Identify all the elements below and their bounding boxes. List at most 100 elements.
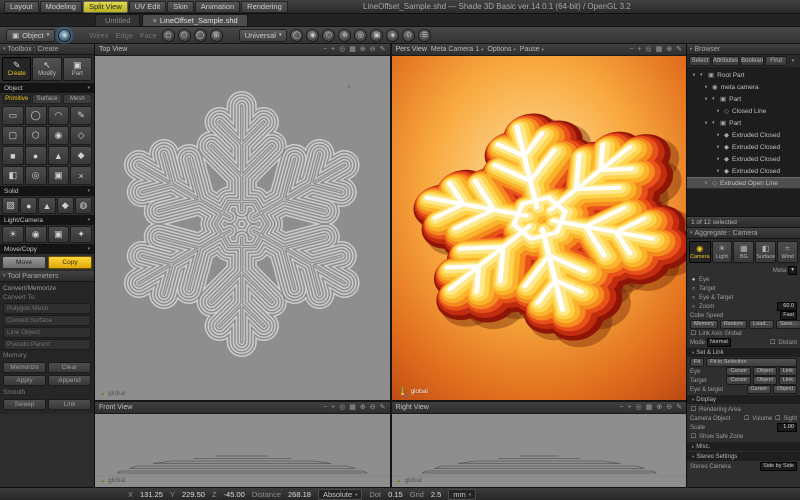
ring-tool-icon[interactable]: ◎ [25,166,47,185]
right-view-canvas[interactable] [392,414,687,487]
aggregate-tab-light[interactable]: ☀ Light [712,241,733,263]
eye-icon[interactable]: ● [703,96,709,102]
tree-row[interactable]: ● ◆ Extruded Closed [687,165,800,177]
top-view-canvas[interactable] [95,56,390,400]
convert-option-polygon-mesh[interactable]: Polygon Mesh [3,303,91,314]
eye-icon[interactable]: ● [715,168,721,174]
toolbox-tab-modify[interactable]: ↖ Modify [32,57,61,81]
solid-cylinder-icon[interactable]: ◍ [75,197,92,214]
copy-button[interactable]: Copy [48,256,92,269]
aggregate-header[interactable]: ▾ Aggregate : Camera [687,228,800,239]
circle-select-icon[interactable]: ◯ [194,29,207,42]
eye-target-cursor-button[interactable]: Cursor [747,385,772,394]
open-rect-tool-icon[interactable]: ▢ [2,126,24,145]
eye-cursor-button[interactable]: Cursor [726,367,751,376]
object-mode-dropdown[interactable]: ▣ Object ▾ [6,29,55,42]
radio-target-label[interactable]: Target [699,286,716,292]
grid-snap-icon[interactable]: ⊞ [210,29,223,42]
browser-tab-find[interactable]: Find [765,56,787,66]
eye-object-button[interactable]: Object [753,367,777,376]
memory-button[interactable]: Memory [690,320,718,329]
front-view-body[interactable]: ▲ global [95,414,390,487]
scale-tool-icon[interactable]: ⬡ [322,29,335,42]
workspace-tab-modeling[interactable]: Modeling [40,1,82,13]
pers-view-body[interactable]: global [392,56,687,400]
radio-eye-target-label[interactable]: Eye & Target [699,295,733,301]
target-link-button[interactable]: Link [779,376,797,385]
front-global-tag[interactable]: ▲ global [100,477,125,484]
checkbox-icon[interactable]: ☐ [769,339,776,346]
workspace-tab-layout[interactable]: Layout [4,1,39,13]
checkbox-icon[interactable]: ☐ [743,415,750,422]
solid-section-bar[interactable]: Solid ▾ [0,186,94,196]
workspace-tab-animation[interactable]: Animation [195,1,240,13]
tree-row[interactable]: ● ◆ Extruded Closed [687,129,800,141]
eye-icon[interactable]: ● [715,144,721,150]
tool-parameters-header[interactable]: ▾ Tool Parameters [0,271,94,282]
cross-tool-icon[interactable]: × [70,166,92,185]
zoom-in-icon[interactable]: + [331,46,335,53]
right-global-tag[interactable]: ▲ global [397,477,422,484]
zoom-in-icon[interactable]: + [331,404,335,411]
unit-dropdown[interactable]: mm ▾ [448,489,476,500]
top-global-tag[interactable]: ▲ global [100,390,125,397]
magnify-icon[interactable]: ⊕ [360,404,366,411]
browser-tab-select[interactable]: Select [689,56,711,66]
restore-button[interactable]: Restore [720,320,747,329]
diamond-tool-icon[interactable]: ◇ [70,126,92,145]
convert-option-pseudo-parent[interactable]: Pseudo Parent [3,339,91,350]
disk-tool-icon[interactable]: ◉ [48,126,70,145]
tree-row[interactable]: ● ▾ ▣ Part [687,93,800,105]
aggregate-tab-bg[interactable]: ▦ BG [733,241,754,263]
save-button[interactable]: Save... [776,320,800,329]
browser-tab-boolean[interactable]: Boolean [740,56,764,66]
arc-tool-icon[interactable]: ◠ [48,106,70,125]
safe-zone-label[interactable]: Show Safe Zone [699,434,743,440]
cube-speed-dropdown[interactable]: Fast [780,311,797,320]
move-copy-section-bar[interactable]: Move/Copy ▾ [0,244,94,254]
magnify-icon[interactable]: ⊕ [666,46,672,53]
zoom-out-icon[interactable]: − [629,46,633,53]
browser-header[interactable]: ▸ Browser [687,44,800,55]
link-button[interactable]: Link [48,399,91,410]
cone-tool-icon[interactable]: ▲ [48,146,70,165]
grid-toggle-icon[interactable]: ▦ [646,404,653,411]
shrink-icon[interactable]: ⊖ [370,404,376,411]
workspace-tab-uv-edit[interactable]: UV Edit [129,1,166,13]
filled-rect-tool-icon[interactable]: ■ [2,146,24,165]
right-view-body[interactable]: ▲ global [392,414,687,487]
grid-toggle-icon[interactable]: ▦ [656,46,663,53]
pers-global-tag[interactable]: global [397,386,428,397]
fit-to-selection-button[interactable]: Fit to Selection [706,358,797,367]
eye-icon[interactable]: ● [703,180,709,186]
sun-light-icon[interactable]: ☀ [2,226,24,243]
snap-tool-icon[interactable]: ◈ [386,29,399,42]
set-link-section[interactable]: ▾ Set & Link [687,348,800,357]
aggregate-tab-camera[interactable]: ◉ Camera [689,241,711,263]
radio-off-icon[interactable]: ○ [690,286,697,292]
edit-view-icon[interactable]: ✎ [380,46,386,53]
eye-icon[interactable]: ● [703,120,709,126]
solid-prism-icon[interactable]: ◆ [57,197,74,214]
stereo-mode-dropdown[interactable]: Side by Side [760,462,797,471]
zoom-in-icon[interactable]: + [628,404,632,411]
fit-view-icon[interactable]: ◎ [646,46,652,53]
tree-row[interactable]: ● ▾ ▣ Root Part [687,69,800,81]
radio-eye-label[interactable]: Eye [699,277,709,283]
link-axis-label[interactable]: Link Axis Global [699,331,742,337]
coordinate-mode-dropdown[interactable]: Absolute ▾ [318,489,362,500]
object-section-bar[interactable]: Object ▾ [0,83,94,93]
fit-view-icon[interactable]: ◎ [339,46,345,53]
zoom-in-icon[interactable]: + [637,46,641,53]
target-object-button[interactable]: Object [753,376,777,385]
edit-view-icon[interactable]: ✎ [676,46,682,53]
move-tool-icon[interactable]: ◯ [290,29,303,42]
mode-dropdown[interactable]: Normal [707,338,731,347]
shrink-icon[interactable]: ⊖ [370,46,376,53]
rectangle-tool-icon[interactable]: ▭ [2,106,24,125]
fit-view-icon[interactable]: ◎ [636,404,642,411]
doc-tab-untitled[interactable]: Untitled [95,14,140,26]
tree-row[interactable]: ● ◆ Extruded Closed [687,153,800,165]
zoom-out-icon[interactable]: − [323,46,327,53]
pause-dropdown[interactable]: Pause ▾ [520,46,544,53]
